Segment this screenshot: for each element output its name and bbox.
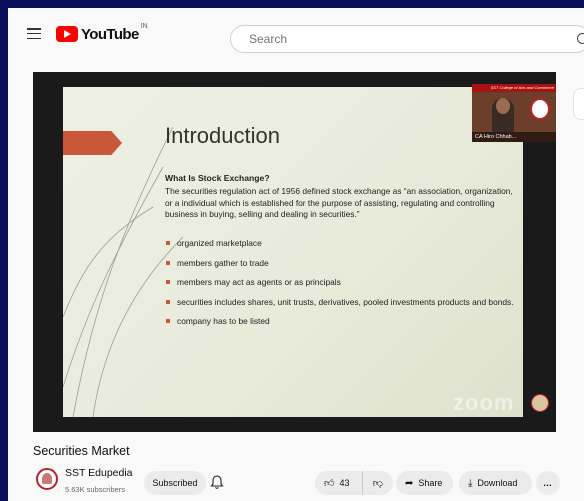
share-button[interactable]: ➦ Share (396, 471, 453, 495)
logo-text: YouTube (81, 25, 139, 43)
search-icon[interactable] (577, 33, 584, 44)
thumbs-up-icon: 👍︎ (324, 478, 335, 489)
webcam-header: SST College of Arts and Commerce (472, 84, 556, 92)
hamburger-menu-icon[interactable] (27, 28, 41, 40)
presentation-slide: Introduction What Is Stock Exchange? The… (63, 87, 523, 417)
logo-region: IN (140, 22, 148, 30)
slide-subtitle: What Is Stock Exchange? (165, 173, 270, 183)
slide-bullet: members gather to trade (165, 258, 515, 270)
share-label: Share (418, 478, 443, 488)
youtube-page: YouTube IN Introduction What Is Stock Ex… (8, 8, 584, 501)
thumbs-down-icon: 👎︎ (372, 478, 383, 489)
channel-avatar[interactable] (36, 468, 58, 490)
channel-subscriber-count: 5.63K subscribers (65, 485, 126, 494)
slide-bullet-list: organized marketplace members gather to … (165, 238, 515, 336)
share-arrow-icon: ➦ (405, 477, 414, 489)
zoom-avatar-icon (531, 394, 549, 412)
youtube-logo[interactable]: YouTube IN (56, 22, 148, 43)
download-icon: ⤓ (468, 477, 473, 489)
slide-bullet: organized marketplace (165, 238, 515, 250)
like-button[interactable]: 👍︎ 43 (315, 471, 363, 495)
search-box[interactable] (230, 25, 584, 53)
more-actions-button[interactable]: … (536, 471, 560, 495)
like-count: 43 (339, 478, 350, 488)
slide-title: Introduction (165, 123, 280, 148)
top-bar: YouTube IN (8, 8, 584, 60)
video-title: Securities Market (33, 444, 130, 458)
slide-paragraph: The securities regulation act of 1956 de… (165, 186, 513, 219)
presenter-name: CA Hiro Chhab... (472, 132, 556, 142)
bell-icon[interactable] (210, 474, 224, 490)
right-rail-panel (573, 88, 584, 120)
channel-name[interactable]: SST Edupedia (65, 467, 133, 479)
slide-bullet: securities includes shares, unit trusts,… (165, 297, 515, 309)
college-logo-icon (530, 98, 550, 120)
presenter-face (496, 98, 510, 114)
webcam-overlay: SST College of Arts and Commerce CA Hiro… (472, 84, 556, 142)
like-dislike-group: 👍︎ 43 👎︎ (315, 471, 393, 495)
search-input[interactable] (247, 31, 551, 47)
slide-bullet: members may act as agents or as principa… (165, 277, 515, 289)
subscribed-button[interactable]: Subscribed (144, 471, 206, 495)
slide-arrow-accent (63, 131, 122, 155)
download-button[interactable]: ⤓ Download (459, 471, 532, 495)
zoom-watermark: zoom (453, 390, 515, 415)
download-label: Download (477, 478, 518, 488)
video-player[interactable]: Introduction What Is Stock Exchange? The… (33, 72, 556, 432)
slide-bullet: company has to be listed (165, 316, 515, 328)
youtube-play-icon (56, 26, 78, 42)
dislike-button[interactable]: 👎︎ (363, 471, 393, 495)
